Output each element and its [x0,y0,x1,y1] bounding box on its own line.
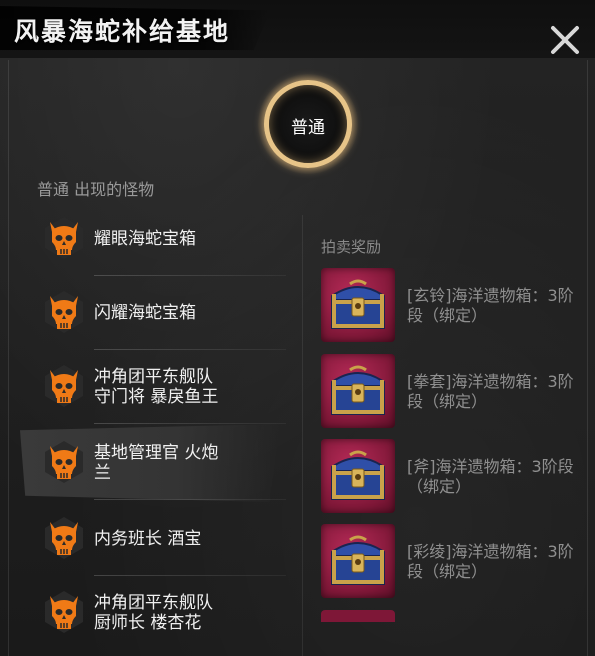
reward-item[interactable]: [彩绫]海洋遗物箱：3阶段（绑定） [321,524,581,600]
monster-name: 耀眼海蛇宝箱 [94,229,196,249]
header-bar: 风暴海蛇补给基地 [0,0,595,58]
reward-chest-icon-partial [321,610,395,622]
monster-name: 基地管理官 火炮 兰 [94,443,219,483]
monster-skull-icon [44,364,84,408]
monster-name: 冲角团平东舰队 厨师长 楼杏花 [94,593,213,633]
monster-item[interactable]: 冲角团平东舰队 厨师长 楼杏花 [24,576,286,650]
reward-item[interactable]: [斧]海洋遗物箱：3阶段（绑定） [321,439,581,515]
close-button[interactable] [547,22,583,58]
reward-chest-icon [321,268,395,342]
reward-name: [玄铃]海洋遗物箱：3阶段（绑定） [407,286,574,325]
reward-name: [拳套]海洋遗物箱：3阶段（绑定） [407,372,574,411]
reward-item[interactable]: [玄铃]海洋遗物箱：3阶段（绑定） [321,268,581,344]
monster-item-selected[interactable]: 基地管理官 火炮 兰 [20,424,286,502]
monster-skull-icon [44,290,84,334]
monster-name: 闪耀海蛇宝箱 [94,303,196,323]
reward-chest-icon [321,354,395,428]
close-icon [551,26,579,54]
monster-list: 耀眼海蛇宝箱 闪耀海蛇宝箱 冲角团平东舰队 守门将 暴戾鱼王 基地管理官 火炮 … [20,202,286,642]
reward-chest-icon [321,524,395,598]
difficulty-tab-normal[interactable]: 普通 [258,74,358,174]
monster-item[interactable]: 闪耀海蛇宝箱 [24,276,286,350]
monster-name: 内务班长 酒宝 [94,529,202,549]
monster-skull-icon [44,590,84,634]
monster-skull-icon [44,516,84,560]
difficulty-label: 普通 [291,118,325,138]
reward-name: [彩绫]海洋遗物箱：3阶段（绑定） [407,542,574,581]
monsters-section-title: 普通 出现的怪物 [37,180,155,199]
reward-name: [斧]海洋遗物箱：3阶段（绑定） [407,457,574,496]
rewards-section-title: 拍卖奖励 [321,238,382,256]
monster-item[interactable]: 耀眼海蛇宝箱 [24,202,286,276]
monster-item[interactable]: 冲角团平东舰队 守门将 暴戾鱼王 [24,350,286,424]
reward-item[interactable]: [拳套]海洋遗物箱：3阶段（绑定） [321,354,581,430]
monster-item[interactable]: 内务班长 酒宝 [24,502,286,576]
monster-skull-icon [44,440,84,484]
monster-name: 冲角团平东舰队 守门将 暴戾鱼王 [94,367,219,407]
monster-skull-icon [44,216,84,260]
window-title: 风暴海蛇补给基地 [14,17,231,46]
reward-chest-icon [321,439,395,513]
